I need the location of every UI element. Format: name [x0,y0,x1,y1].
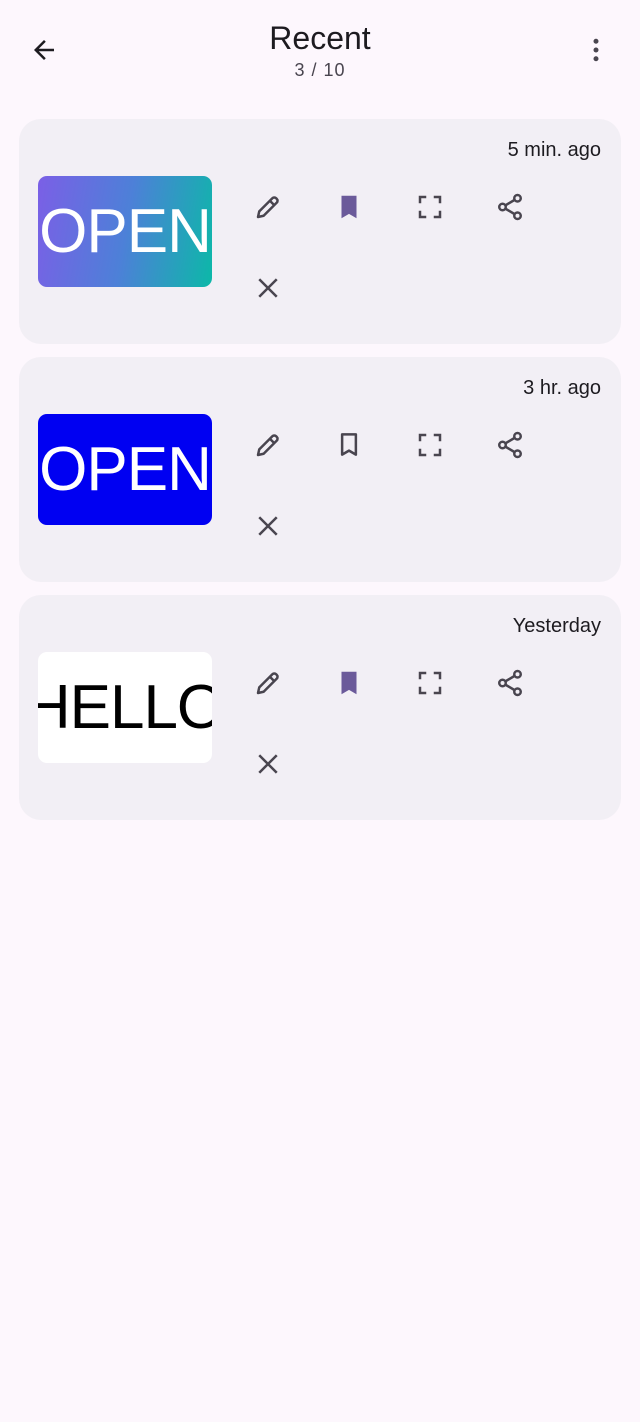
item-thumbnail[interactable]: OPEN [38,176,212,287]
bookmark-outline-icon [340,433,358,456]
top-app-bar: Recent 3 / 10 [0,0,640,100]
recent-item-card[interactable]: Yesterday HELLO [19,595,621,820]
arrow-back-icon [34,40,54,60]
share-button[interactable] [486,659,534,707]
item-thumbnail[interactable]: HELLO [38,652,212,763]
bookmark-button[interactable] [325,183,373,231]
edit-button[interactable] [244,659,292,707]
fullscreen-button[interactable] [406,183,454,231]
item-timestamp: 5 min. ago [507,139,601,161]
fullscreen-button[interactable] [406,421,454,469]
back-button[interactable] [20,26,68,74]
title-block: Recent 3 / 10 [120,18,520,82]
pencil-icon [256,434,279,457]
close-icon [258,754,278,774]
pencil-icon [256,196,279,219]
share-icon [498,669,522,697]
fullscreen-icon [418,195,442,219]
fullscreen-icon [418,671,442,695]
app-root: Recent 3 / 10 5 min. ago OPEN 3 hr. ago … [0,0,640,1422]
item-timestamp: 3 hr. ago [523,377,601,399]
recent-item-card[interactable]: 5 min. ago OPEN [19,119,621,344]
fullscreen-icon [418,433,442,457]
delete-button[interactable] [244,740,292,788]
more-vert-icon [593,38,599,62]
thumbnail-text: HELLO [38,672,212,742]
delete-button[interactable] [244,264,292,312]
page-counter: 3 / 10 [294,60,346,80]
bookmark-filled-icon [341,671,357,695]
thumbnail-text: OPEN [39,196,212,266]
thumbnail-text: OPEN [39,434,212,504]
bookmark-button[interactable] [325,659,373,707]
share-button[interactable] [486,183,534,231]
item-thumbnail[interactable]: OPEN [38,414,212,525]
edit-button[interactable] [244,421,292,469]
bookmark-filled-icon [341,195,357,219]
close-icon [258,278,278,298]
recent-item-card[interactable]: 3 hr. ago OPEN [19,357,621,582]
share-button[interactable] [486,421,534,469]
bookmark-button[interactable] [325,421,373,469]
share-icon [498,431,522,459]
share-icon [498,193,522,221]
edit-button[interactable] [244,183,292,231]
fullscreen-button[interactable] [406,659,454,707]
delete-button[interactable] [244,502,292,550]
more-options-button[interactable] [572,26,620,74]
item-timestamp: Yesterday [512,615,601,637]
pencil-icon [256,672,279,695]
close-icon [258,516,278,536]
page-title: Recent [269,20,371,56]
